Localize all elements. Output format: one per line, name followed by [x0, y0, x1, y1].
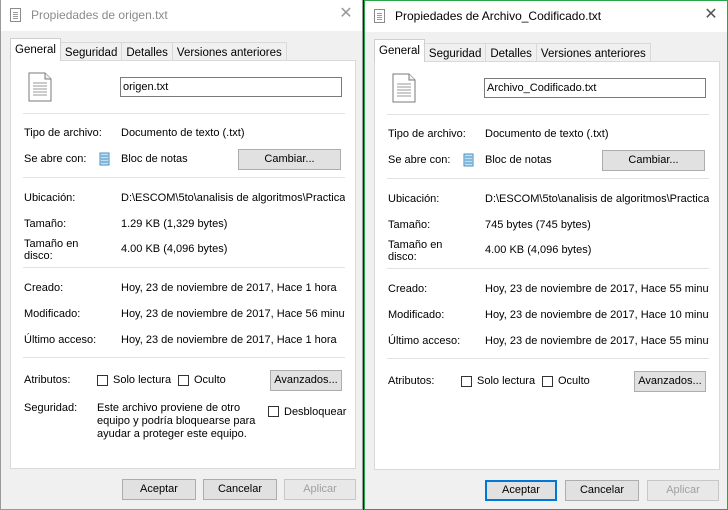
- tipo-label: Tipo de archivo:: [24, 127, 102, 139]
- seguridad-label: Seguridad:: [24, 402, 78, 414]
- acceso-label: Último acceso:: [24, 334, 97, 346]
- properties-window-origen: Propiedades de origen.txt ✕ General Segur…: [0, 0, 363, 510]
- file-name-input[interactable]: [120, 77, 342, 97]
- seguridad-text-line3: ayudar a proteger este equipo.: [97, 428, 247, 440]
- dialog-body: General Seguridad Detalles Versiones anteri…: [365, 32, 727, 509]
- creado-label: Creado:: [24, 282, 64, 294]
- file-name-input[interactable]: [484, 78, 706, 98]
- ubicacion-value: D:\ESCOM\5to\analisis de algoritmos\Prac…: [485, 193, 709, 205]
- atributos-label: Atributos:: [388, 375, 435, 387]
- tamano-value: 1.29 KB (1,329 bytes): [121, 218, 228, 230]
- window-title: Propiedades de origen.txt: [31, 8, 168, 22]
- oculto-checkbox[interactable]: [542, 376, 553, 387]
- avanzados-button[interactable]: Avanzados...: [270, 370, 342, 391]
- window-title: Propiedades de Archivo_Codificado.txt: [395, 9, 602, 23]
- creado-value: Hoy, 23 de noviembre de 2017, Hace 1 hor…: [121, 282, 337, 294]
- divider: [387, 178, 709, 179]
- divider: [387, 268, 709, 269]
- notepad-icon: [463, 153, 474, 167]
- acceso-label: Último acceso:: [388, 335, 461, 347]
- abre-value: Bloc de notas: [121, 153, 188, 165]
- cancelar-button[interactable]: Cancelar: [565, 480, 639, 501]
- avanzados-button[interactable]: Avanzados...: [634, 371, 706, 392]
- tamano-value: 745 bytes (745 bytes): [485, 219, 591, 231]
- tipo-value: Documento de texto (.txt): [485, 128, 609, 140]
- disco-label-line1: Tamaño en: [24, 238, 79, 250]
- tipo-value: Documento de texto (.txt): [121, 127, 245, 139]
- cambiar-button[interactable]: Cambiar...: [238, 149, 341, 170]
- divider: [387, 358, 709, 359]
- aplicar-button[interactable]: Aplicar: [647, 480, 719, 501]
- abre-label: Se abre con:: [24, 153, 87, 165]
- disco-value: 4.00 KB (4,096 bytes): [485, 244, 592, 256]
- disco-label-line1: Tamaño en: [388, 239, 443, 251]
- acceso-value: Hoy, 23 de noviembre de 2017, Hace 55 mi…: [485, 335, 709, 347]
- abre-value: Bloc de notas: [485, 154, 552, 166]
- ubicacion-label: Ubicación:: [388, 193, 440, 205]
- acceso-value: Hoy, 23 de noviembre de 2017, Hace 1 hor…: [121, 334, 337, 346]
- document-icon: [392, 73, 416, 103]
- solo-lectura-label: Solo lectura: [477, 375, 536, 387]
- disco-label-line2: disco:: [388, 251, 417, 263]
- ubicacion-value: D:\ESCOM\5to\analisis de algoritmos\Prac…: [121, 192, 345, 204]
- divider: [387, 114, 709, 115]
- close-icon[interactable]: ✕: [338, 6, 354, 22]
- modificado-label: Modificado:: [24, 308, 81, 320]
- tab-strip: General Seguridad Detalles Versiones anteri…: [374, 39, 651, 64]
- aplicar-button[interactable]: Aplicar: [284, 479, 356, 500]
- document-icon: [10, 8, 21, 22]
- divider: [23, 177, 345, 178]
- desbloquear-checkbox[interactable]: [268, 406, 279, 417]
- cambiar-button[interactable]: Cambiar...: [602, 150, 705, 171]
- modificado-value: Hoy, 23 de noviembre de 2017, Hace 10 mi…: [485, 309, 709, 321]
- general-panel: Tipo de archivo: Documento de texto (.tx…: [374, 61, 720, 470]
- notepad-icon: [99, 152, 110, 166]
- general-panel: Tipo de archivo: Documento de texto (.tx…: [10, 60, 356, 469]
- tamano-label: Tamaño:: [388, 219, 431, 231]
- close-icon[interactable]: ✕: [703, 7, 719, 23]
- divider: [23, 267, 345, 268]
- disco-value: 4.00 KB (4,096 bytes): [121, 243, 228, 255]
- ubicacion-label: Ubicación:: [24, 192, 76, 204]
- oculto-label: Oculto: [558, 375, 590, 387]
- modificado-label: Modificado:: [388, 309, 445, 321]
- tipo-label: Tipo de archivo:: [388, 128, 466, 140]
- divider: [23, 357, 345, 358]
- disco-label-line2: disco:: [24, 250, 53, 262]
- abre-label: Se abre con:: [388, 154, 451, 166]
- seguridad-text-line1: Este archivo proviene de otro: [97, 402, 241, 414]
- document-icon: [28, 72, 52, 102]
- solo-lectura-checkbox[interactable]: [461, 376, 472, 387]
- document-icon: [374, 9, 385, 23]
- aceptar-button[interactable]: Aceptar: [122, 479, 196, 500]
- title-bar[interactable]: Propiedades de origen.txt ✕: [1, 0, 362, 31]
- cancelar-button[interactable]: Cancelar: [203, 479, 277, 500]
- aceptar-button[interactable]: Aceptar: [485, 480, 557, 501]
- atributos-label: Atributos:: [24, 374, 71, 386]
- creado-label: Creado:: [388, 283, 428, 295]
- oculto-checkbox[interactable]: [178, 375, 189, 386]
- seguridad-text-line2: equipo y podría bloquearse para: [97, 415, 256, 427]
- oculto-label: Oculto: [194, 374, 226, 386]
- divider: [23, 113, 345, 114]
- tab-strip: General Seguridad Detalles Versiones anteri…: [10, 38, 287, 63]
- properties-window-archivo-codificado: Propiedades de Archivo_Codificado.txt ✕ …: [364, 0, 728, 510]
- modificado-value: Hoy, 23 de noviembre de 2017, Hace 56 mi…: [121, 308, 345, 320]
- dialog-body: General Seguridad Detalles Versiones anteri…: [1, 31, 362, 509]
- creado-value: Hoy, 23 de noviembre de 2017, Hace 55 mi…: [485, 283, 709, 295]
- title-bar[interactable]: Propiedades de Archivo_Codificado.txt ✕: [365, 1, 727, 32]
- solo-lectura-label: Solo lectura: [113, 374, 172, 386]
- desbloquear-label: Desbloquear: [284, 406, 347, 418]
- solo-lectura-checkbox[interactable]: [97, 375, 108, 386]
- tab-general[interactable]: General: [10, 38, 61, 61]
- tab-general[interactable]: General: [374, 39, 425, 62]
- tamano-label: Tamaño:: [24, 218, 67, 230]
